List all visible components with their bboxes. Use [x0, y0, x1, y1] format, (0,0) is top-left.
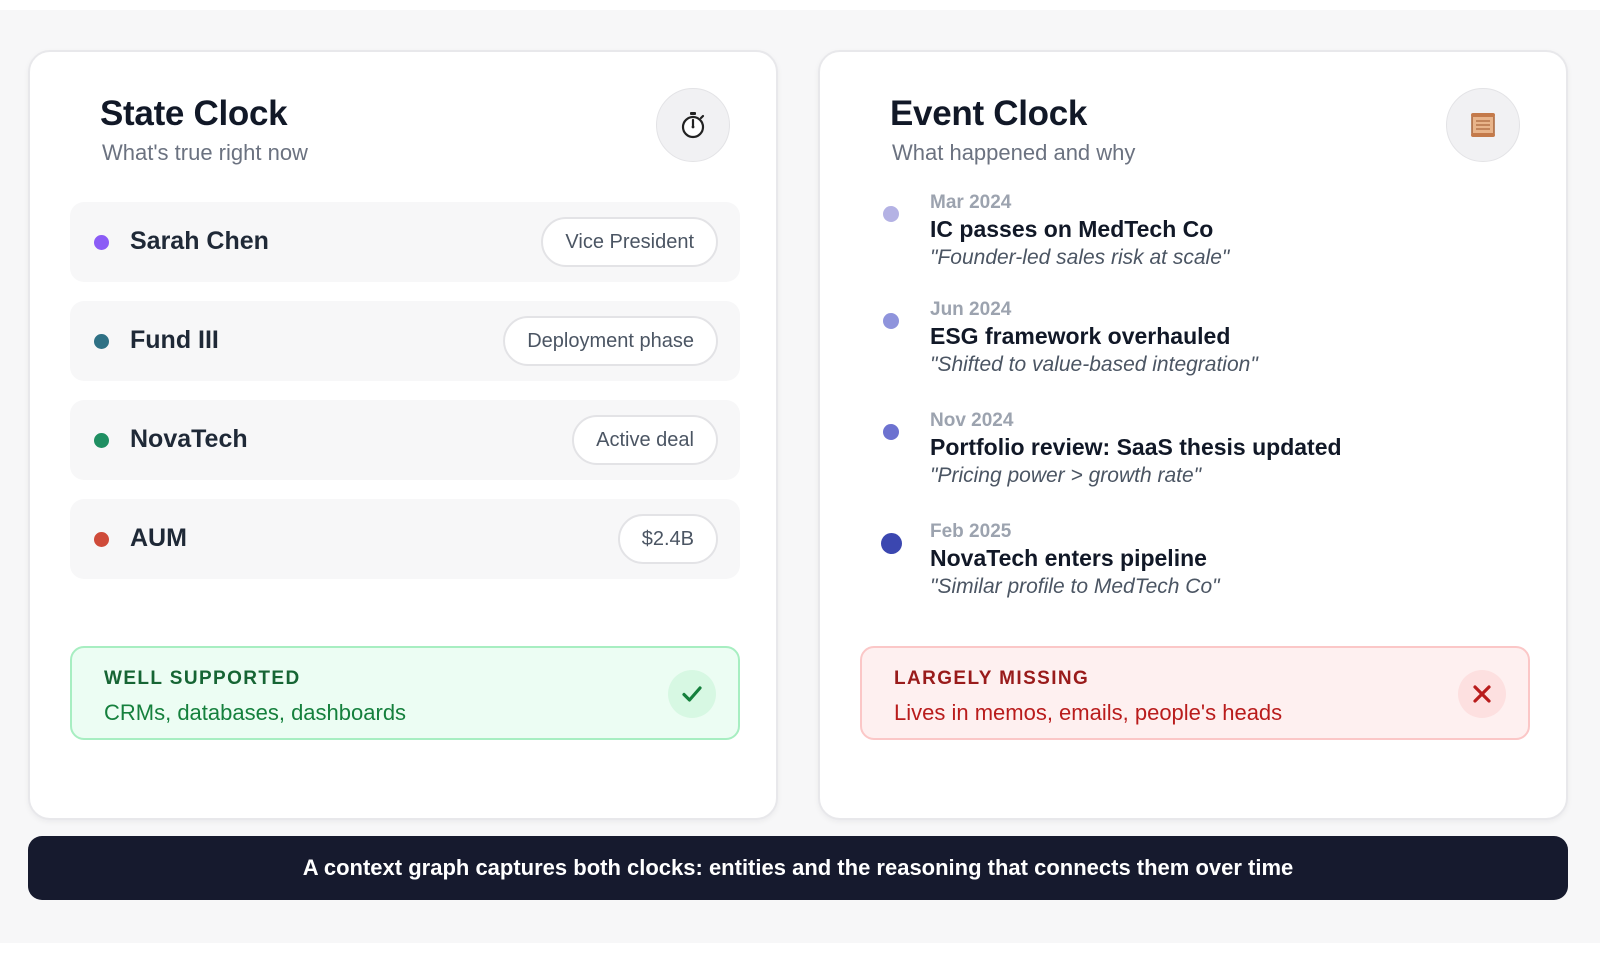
- timeline-event: Mar 2024 IC passes on MedTech Co "Founde…: [882, 192, 1522, 292]
- status-text: Lives in memos, emails, people's heads: [894, 700, 1283, 725]
- state-entity-name: Fund III: [130, 326, 219, 354]
- event-title: IC passes on MedTech Co: [930, 216, 1214, 242]
- state-clock-title: State Clock: [100, 94, 288, 133]
- event-date: Feb 2025: [930, 521, 1012, 542]
- state-row-sarah-chen: Sarah Chen Vice President: [70, 202, 740, 282]
- event-quote: "Pricing power > growth rate": [930, 464, 1202, 487]
- timeline-dot: [883, 313, 899, 329]
- well-supported-box: WELL SUPPORTED CRMs, databases, dashboar…: [70, 646, 740, 740]
- event-date: Nov 2024: [930, 410, 1014, 431]
- timeline-event: Feb 2025 NovaTech enters pipeline "Simil…: [881, 521, 1522, 621]
- state-row-fund-iii: Fund III Deployment phase: [70, 301, 740, 381]
- largely-missing-box: LARGELY MISSING Lives in memos, emails, …: [860, 646, 1530, 740]
- event-title: Portfolio review: SaaS thesis updated: [930, 434, 1342, 460]
- state-value-pill: Vice President: [541, 217, 718, 267]
- state-row-aum: AUM $2.4B: [70, 499, 740, 579]
- timeline-dot: [883, 206, 899, 222]
- summary-banner: A context graph captures both clocks: en…: [28, 836, 1568, 900]
- state-entity-name: AUM: [130, 524, 187, 552]
- event-title: ESG framework overhauled: [930, 323, 1231, 349]
- status-label: LARGELY MISSING: [894, 668, 1090, 689]
- event-quote: "Similar profile to MedTech Co": [930, 575, 1220, 598]
- close-x-icon: [1458, 670, 1506, 718]
- stopwatch-icon: [656, 88, 730, 162]
- event-clock-subtitle: What happened and why: [892, 140, 1136, 165]
- status-dot: [94, 235, 109, 250]
- event-clock-card: Event Clock What happened and why Mar 20…: [818, 50, 1568, 820]
- timeline-event: Nov 2024 Portfolio review: SaaS thesis u…: [882, 410, 1522, 510]
- event-quote: "Shifted to value-based integration": [930, 353, 1258, 376]
- status-dot: [94, 433, 109, 448]
- scroll-icon: [1446, 88, 1520, 162]
- state-clock-card: State Clock What's true right now Sarah …: [28, 50, 778, 820]
- event-date: Jun 2024: [930, 299, 1012, 320]
- state-value-pill: Deployment phase: [503, 316, 718, 366]
- event-clock-title: Event Clock: [890, 94, 1088, 133]
- status-dot: [94, 532, 109, 547]
- event-quote: "Founder-led sales risk at scale": [930, 246, 1230, 269]
- status-text: CRMs, databases, dashboards: [104, 700, 407, 725]
- timeline-dot: [883, 424, 899, 440]
- event-title: NovaTech enters pipeline: [930, 545, 1207, 571]
- state-value-pill: Active deal: [572, 415, 718, 465]
- timeline-event: Jun 2024 ESG framework overhauled "Shift…: [882, 299, 1522, 399]
- status-label: WELL SUPPORTED: [104, 668, 301, 689]
- comparison-panel: State Clock What's true right now Sarah …: [0, 10, 1600, 943]
- state-row-novatech: NovaTech Active deal: [70, 400, 740, 480]
- state-clock-subtitle: What's true right now: [102, 140, 308, 165]
- status-dot: [94, 334, 109, 349]
- timeline-dot: [881, 533, 902, 554]
- event-date: Mar 2024: [930, 192, 1012, 213]
- checkmark-icon: [668, 670, 716, 718]
- state-entity-name: Sarah Chen: [130, 227, 269, 255]
- state-entity-name: NovaTech: [130, 425, 248, 453]
- state-value-pill: $2.4B: [617, 514, 718, 564]
